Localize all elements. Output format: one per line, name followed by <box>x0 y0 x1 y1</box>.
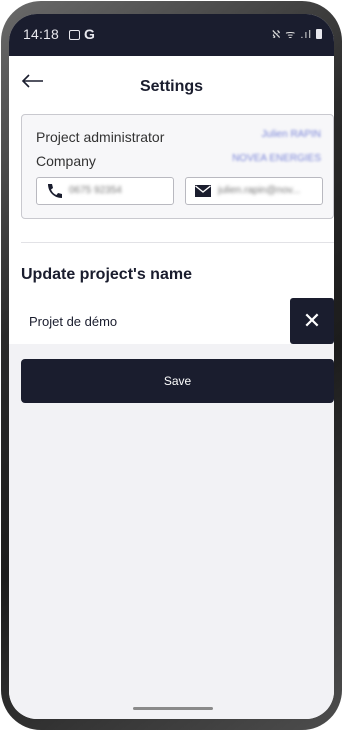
email-box[interactable]: julien.rapin@nov... <box>185 177 323 205</box>
project-info-card: Project administrator Julien RAPIN Compa… <box>21 114 334 219</box>
administrator-value[interactable]: Julien RAPIN <box>262 129 321 140</box>
phone-box[interactable]: 0675 92354 <box>36 177 174 205</box>
signal-wifi-icons: ℵ ᯤ .ıl <box>272 29 312 41</box>
home-indicator[interactable] <box>133 707 213 710</box>
clear-input-button[interactable]: ✕ <box>290 298 334 344</box>
phone-value: 0675 92354 <box>69 185 122 196</box>
gallery-icon <box>69 30 80 40</box>
company-label: Company <box>36 153 96 169</box>
status-right-icons: ℵ ᯤ .ıl <box>272 27 322 42</box>
section-divider <box>21 242 334 243</box>
save-button[interactable]: Save <box>21 359 334 403</box>
administrator-row: Project administrator Julien RAPIN <box>36 129 321 149</box>
rename-section-title: Update project's name <box>21 266 192 283</box>
email-value: julien.rapin@nov... <box>218 185 301 196</box>
company-row: Company NOVEA ENERGIES <box>36 153 321 173</box>
close-icon: ✕ <box>302 308 322 333</box>
status-left-icons: G <box>69 26 95 42</box>
phone-icon <box>48 184 62 198</box>
status-time: 14:18 <box>23 26 60 42</box>
page-title: Settings <box>139 78 204 95</box>
mail-icon <box>195 185 211 197</box>
administrator-label: Project administrator <box>36 129 165 145</box>
app-screen: 14:18 G ℵ ᯤ .ıl Settings Project adminis… <box>9 14 334 719</box>
google-icon: G <box>84 26 95 42</box>
project-name-input[interactable] <box>21 298 289 344</box>
phone-frame: 14:18 G ℵ ᯤ .ıl Settings Project adminis… <box>0 0 343 731</box>
battery-icon <box>316 29 322 39</box>
app-bar: Settings <box>9 56 334 112</box>
company-value[interactable]: NOVEA ENERGIES <box>232 153 321 164</box>
status-bar: 14:18 G ℵ ᯤ .ıl <box>9 14 334 56</box>
